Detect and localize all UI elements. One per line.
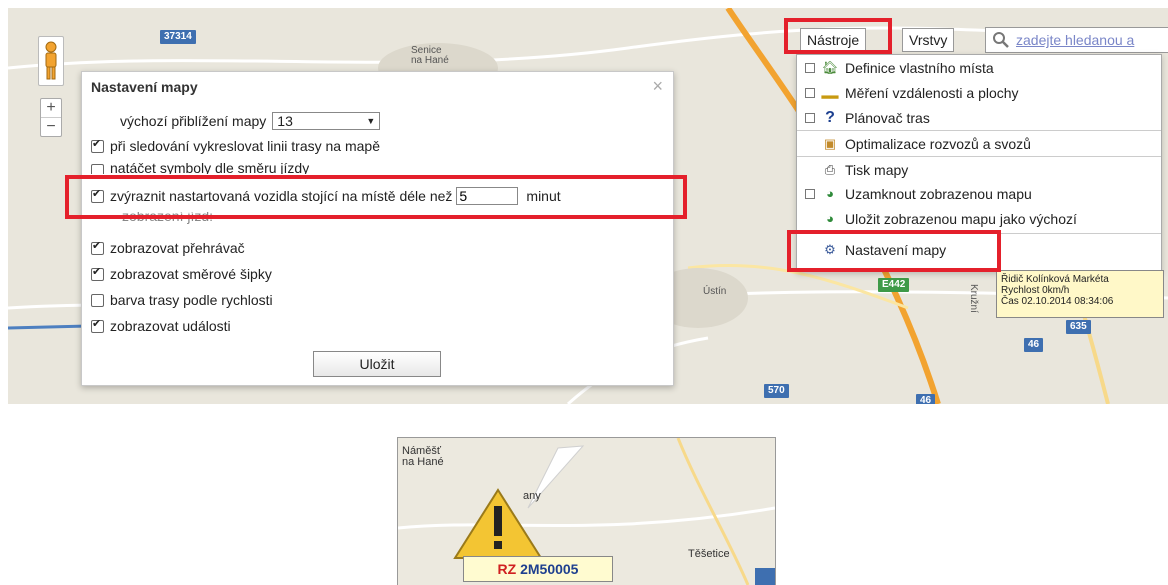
menu-item-label: Uložit zobrazenou mapu jako výchozí <box>845 210 1077 227</box>
menu-checkbox[interactable] <box>805 62 815 73</box>
option-checkbox[interactable] <box>91 239 104 255</box>
option-row[interactable]: zobrazovat přehrávač <box>91 238 245 258</box>
menu-item-save-default[interactable]: ◕ Uložit zobrazenou mapu jako výchozí <box>797 206 1161 231</box>
default-zoom-row: výchozí přiblížení mapy 13 ▼ <box>120 111 381 131</box>
default-zoom-label: výchozí přiblížení mapy <box>120 113 267 129</box>
road-shield: 635 <box>1066 320 1091 334</box>
street-view-pegman[interactable] <box>38 36 64 86</box>
menu-item-optimization[interactable]: ▣ Optimalizace rozvozů a svozů <box>797 130 1161 156</box>
menu-item-print[interactable]: ⎙ Tisk mapy <box>797 156 1161 182</box>
highlight-map-settings-item <box>787 230 1001 272</box>
ruler-icon: ▂▂ <box>821 87 839 99</box>
option-row[interactable]: barva trasy podle rychlosti <box>91 290 273 310</box>
crop-map-label: Náměšť na Hané <box>402 445 444 468</box>
option-row[interactable]: při sledování vykreslovat linii trasy na… <box>91 136 380 156</box>
menu-checkbox[interactable] <box>805 188 815 199</box>
menu-item-custom-place[interactable]: 🏠︎ Definice vlastního místa <box>797 55 1161 80</box>
option-row[interactable]: natáčet symboly dle směru jízdy <box>91 160 309 174</box>
default-zoom-value: 13 <box>277 113 293 129</box>
zoom-control: + − <box>40 98 62 137</box>
highlight-tools-button <box>784 18 892 54</box>
map-label: Kružní <box>968 284 979 313</box>
option-checkbox[interactable] <box>91 137 104 153</box>
option-checkbox[interactable] <box>91 265 104 281</box>
option-row[interactable]: zobrazovat události <box>91 316 231 336</box>
chevron-down-icon: ▼ <box>366 116 376 126</box>
road-shield: 37314 <box>160 30 196 44</box>
option-checkbox[interactable] <box>91 293 104 307</box>
tooltip-driver: Řidič Kolínková Markéta <box>1001 274 1109 285</box>
tooltip-speed: Rychlost 0km/h <box>1001 285 1070 296</box>
menu-item-route-planner[interactable]: ? Plánovač tras <box>797 105 1161 130</box>
option-label: natáčet symboly dle směru jízdy <box>110 160 310 174</box>
highlight-idle-vehicles-option <box>65 175 687 219</box>
save-button[interactable]: Uložit <box>313 351 441 377</box>
map-label: Ústín <box>703 286 727 297</box>
menu-checkbox[interactable] <box>805 87 815 98</box>
option-row[interactable]: zobrazovat směrové šipky <box>91 264 272 284</box>
layers-button[interactable]: Vrstvy <box>902 28 955 52</box>
warning-icon <box>453 488 543 559</box>
vehicle-plate-label: RZ 2M50005 <box>463 556 613 582</box>
plate-prefix: RZ <box>497 561 517 577</box>
menu-item-label: Tisk mapy <box>845 161 909 178</box>
globe-lock-icon: ◕ <box>826 186 834 201</box>
house-icon: 🏠︎ <box>821 59 839 75</box>
tooltip-time: Čas 02.10.2014 08:34:06 <box>1001 296 1114 307</box>
plate-number: 2M50005 <box>520 561 579 577</box>
option-checkbox[interactable] <box>91 164 104 174</box>
map-settings-dialog: Nastavení mapy × výchozí přiblížení mapy… <box>81 71 674 386</box>
globe-save-icon: ◕ <box>826 211 834 226</box>
menu-item-label: Uzamknout zobrazenou mapu <box>845 185 1032 202</box>
option-label: zobrazovat události <box>110 318 231 334</box>
menu-item-lock-map[interactable]: ◕ Uzamknout zobrazenou mapu <box>797 181 1161 206</box>
vehicle-tooltip: Řidič Kolínková Markéta Rychlost 0km/h Č… <box>996 270 1164 318</box>
search-box[interactable]: zadejte hledanou a <box>985 27 1168 53</box>
road-shield: 46 <box>916 394 936 404</box>
printer-icon: ⎙ <box>824 161 836 177</box>
option-label: barva trasy podle rychlosti <box>110 292 273 308</box>
menu-item-label: Plánovač tras <box>845 109 930 126</box>
map-label: Senice na Hané <box>411 45 449 66</box>
road-shield: 570 <box>764 384 789 398</box>
option-label: při sledování vykreslovat linii trasy na… <box>110 138 381 154</box>
menu-checkbox[interactable] <box>805 112 815 123</box>
option-label: zobrazovat směrové šipky <box>110 266 272 282</box>
crop-map-label: Těšetice <box>688 548 730 560</box>
road-shield: 46 <box>1024 338 1044 352</box>
option-checkbox[interactable] <box>91 317 104 333</box>
road-shield: E442 <box>878 278 910 292</box>
menu-item-measure[interactable]: ▂▂ Měření vzdálenosti a plochy <box>797 80 1161 105</box>
person-icon <box>45 41 57 80</box>
search-icon <box>993 32 1009 48</box>
search-input[interactable]: zadejte hledanou a <box>1016 32 1134 48</box>
menu-item-label: Měření vzdálenosti a plochy <box>845 84 1019 101</box>
question-icon: ? <box>825 108 835 126</box>
zoom-in-button[interactable]: + <box>41 99 61 117</box>
close-icon[interactable]: × <box>652 76 663 97</box>
option-label: zobrazovat přehrávač <box>110 240 245 256</box>
zoom-out-button[interactable]: − <box>41 117 61 136</box>
menu-item-label: Definice vlastního místa <box>845 59 994 76</box>
package-icon: ▣ <box>823 135 837 151</box>
default-zoom-select[interactable]: 13 ▼ <box>272 112 381 130</box>
dialog-title: Nastavení mapy <box>91 79 198 95</box>
menu-item-label: Optimalizace rozvozů a svozů <box>845 135 1031 152</box>
